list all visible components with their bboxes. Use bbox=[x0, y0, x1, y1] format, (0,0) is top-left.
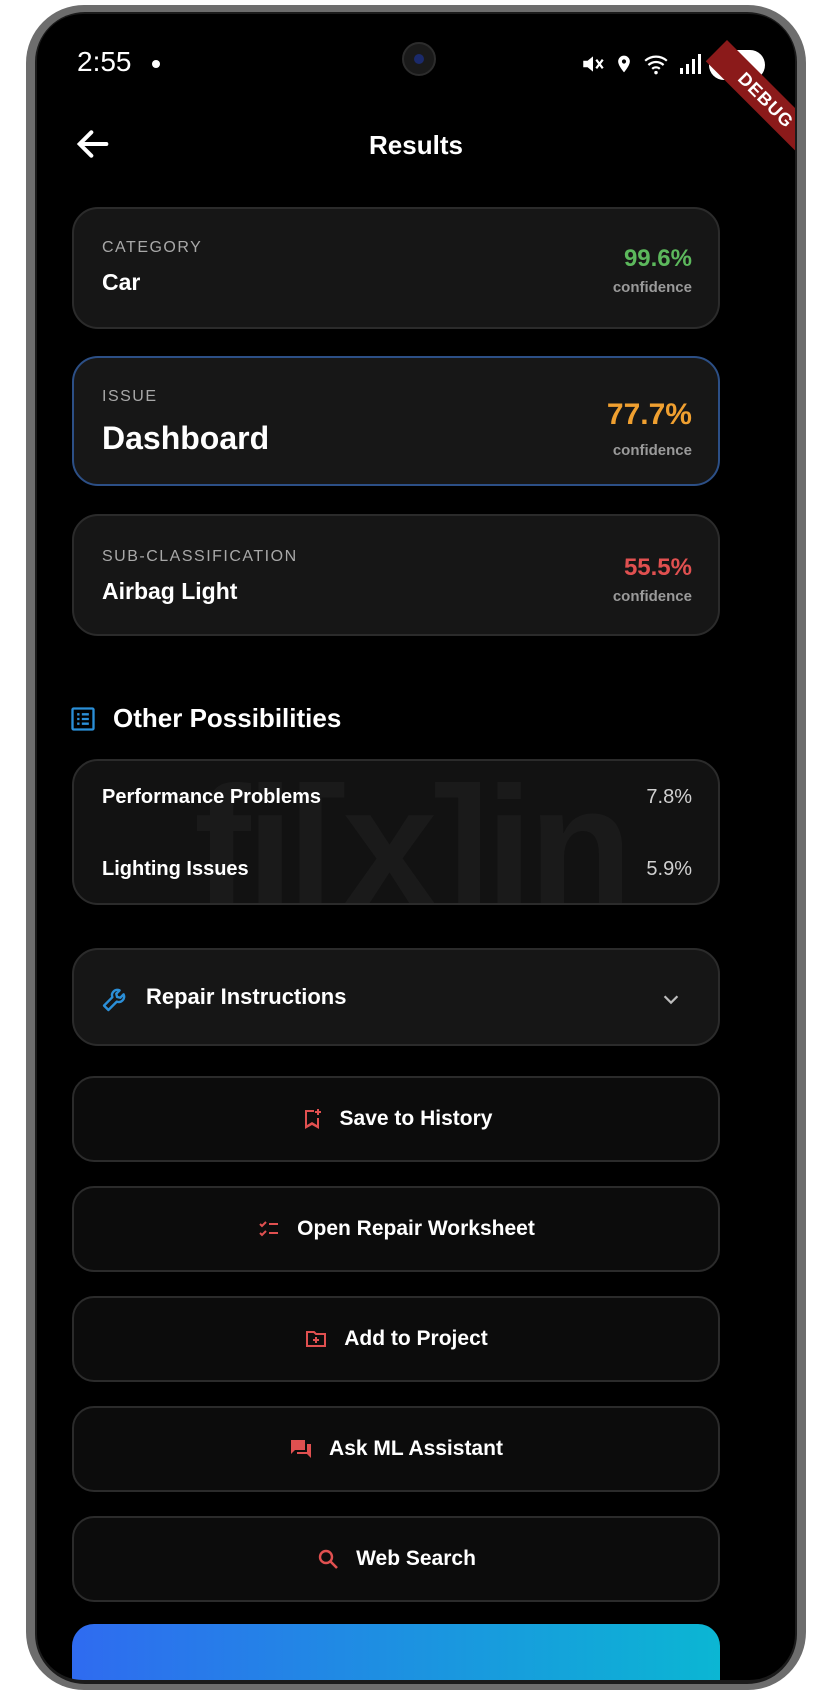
status-time: 2:55 bbox=[77, 46, 132, 77]
signal-icon bbox=[680, 54, 701, 74]
app-screen: 2:55 58 DEBUG Results CATEGORY Car 99.6%… bbox=[37, 14, 795, 1680]
category-confidence: confidence bbox=[612, 279, 692, 296]
wifi-icon bbox=[644, 55, 668, 75]
issue-percent: 77.7% bbox=[606, 398, 692, 431]
save-to-history-button[interactable]: Save to History bbox=[72, 1076, 720, 1162]
possibility-label: Performance Problems bbox=[102, 785, 321, 808]
repair-instructions-expander[interactable]: Repair Instructions bbox=[72, 948, 720, 1046]
location-icon bbox=[618, 55, 630, 73]
folder-add-icon bbox=[306, 1331, 327, 1347]
list-icon bbox=[71, 707, 95, 731]
ask-ml-assistant-button[interactable]: Ask ML Assistant bbox=[72, 1406, 720, 1492]
checklist-icon bbox=[259, 1221, 279, 1237]
mute-icon bbox=[583, 56, 604, 72]
web-search-button[interactable]: Web Search bbox=[72, 1516, 720, 1602]
possibility-label: Lighting Issues bbox=[102, 857, 249, 880]
issue-label: ISSUE bbox=[102, 388, 158, 405]
other-possibilities-title: Other Possibilities bbox=[113, 703, 342, 733]
status-icons bbox=[580, 50, 702, 78]
chat-bubbles-icon bbox=[291, 1440, 312, 1458]
save-to-history-label: Save to History bbox=[339, 1107, 493, 1130]
possibility-value: 7.8% bbox=[646, 785, 692, 808]
chevron-down-icon bbox=[663, 995, 679, 1005]
category-card: CATEGORY Car 99.6% confidence bbox=[72, 207, 720, 329]
sub-percent: 55.5% bbox=[623, 554, 692, 581]
issue-value: Dashboard bbox=[102, 420, 270, 456]
category-value: Car bbox=[102, 269, 141, 295]
add-to-project-label: Add to Project bbox=[344, 1327, 488, 1350]
category-percent: 99.6% bbox=[623, 245, 692, 272]
possibility-value: 5.9% bbox=[646, 857, 692, 880]
search-icon bbox=[318, 1549, 338, 1569]
possibility-row[interactable]: Lighting Issues 5.9% bbox=[102, 849, 692, 889]
sub-label: SUB-CLASSIFICATION bbox=[102, 548, 298, 565]
front-camera bbox=[402, 42, 436, 76]
add-to-project-button[interactable]: Add to Project bbox=[72, 1296, 720, 1382]
ask-ml-assistant-label: Ask ML Assistant bbox=[329, 1437, 503, 1460]
sub-classification-card: SUB-CLASSIFICATION Airbag Light 55.5% co… bbox=[72, 514, 720, 636]
wrench-icon bbox=[102, 988, 126, 1012]
web-search-label: Web Search bbox=[356, 1547, 476, 1570]
sub-confidence: confidence bbox=[612, 588, 692, 605]
issue-card: ISSUE Dashboard 77.7% confidence bbox=[72, 356, 720, 486]
category-label: CATEGORY bbox=[102, 239, 203, 256]
bookmark-add-icon bbox=[304, 1109, 321, 1129]
open-repair-worksheet-label: Open Repair Worksheet bbox=[297, 1217, 535, 1240]
repair-instructions-label: Repair Instructions bbox=[146, 984, 347, 1009]
issue-confidence: confidence bbox=[612, 442, 692, 459]
open-repair-worksheet-button[interactable]: Open Repair Worksheet bbox=[72, 1186, 720, 1272]
sub-value: Airbag Light bbox=[102, 578, 238, 604]
notification-dot bbox=[152, 60, 160, 68]
page-title: Results bbox=[369, 130, 463, 160]
possibility-row[interactable]: Performance Problems 7.8% bbox=[102, 777, 692, 817]
primary-gradient-button[interactable] bbox=[72, 1624, 720, 1680]
other-possibilities-card: fi[x]in Performance Problems 7.8% Lighti… bbox=[72, 759, 720, 905]
